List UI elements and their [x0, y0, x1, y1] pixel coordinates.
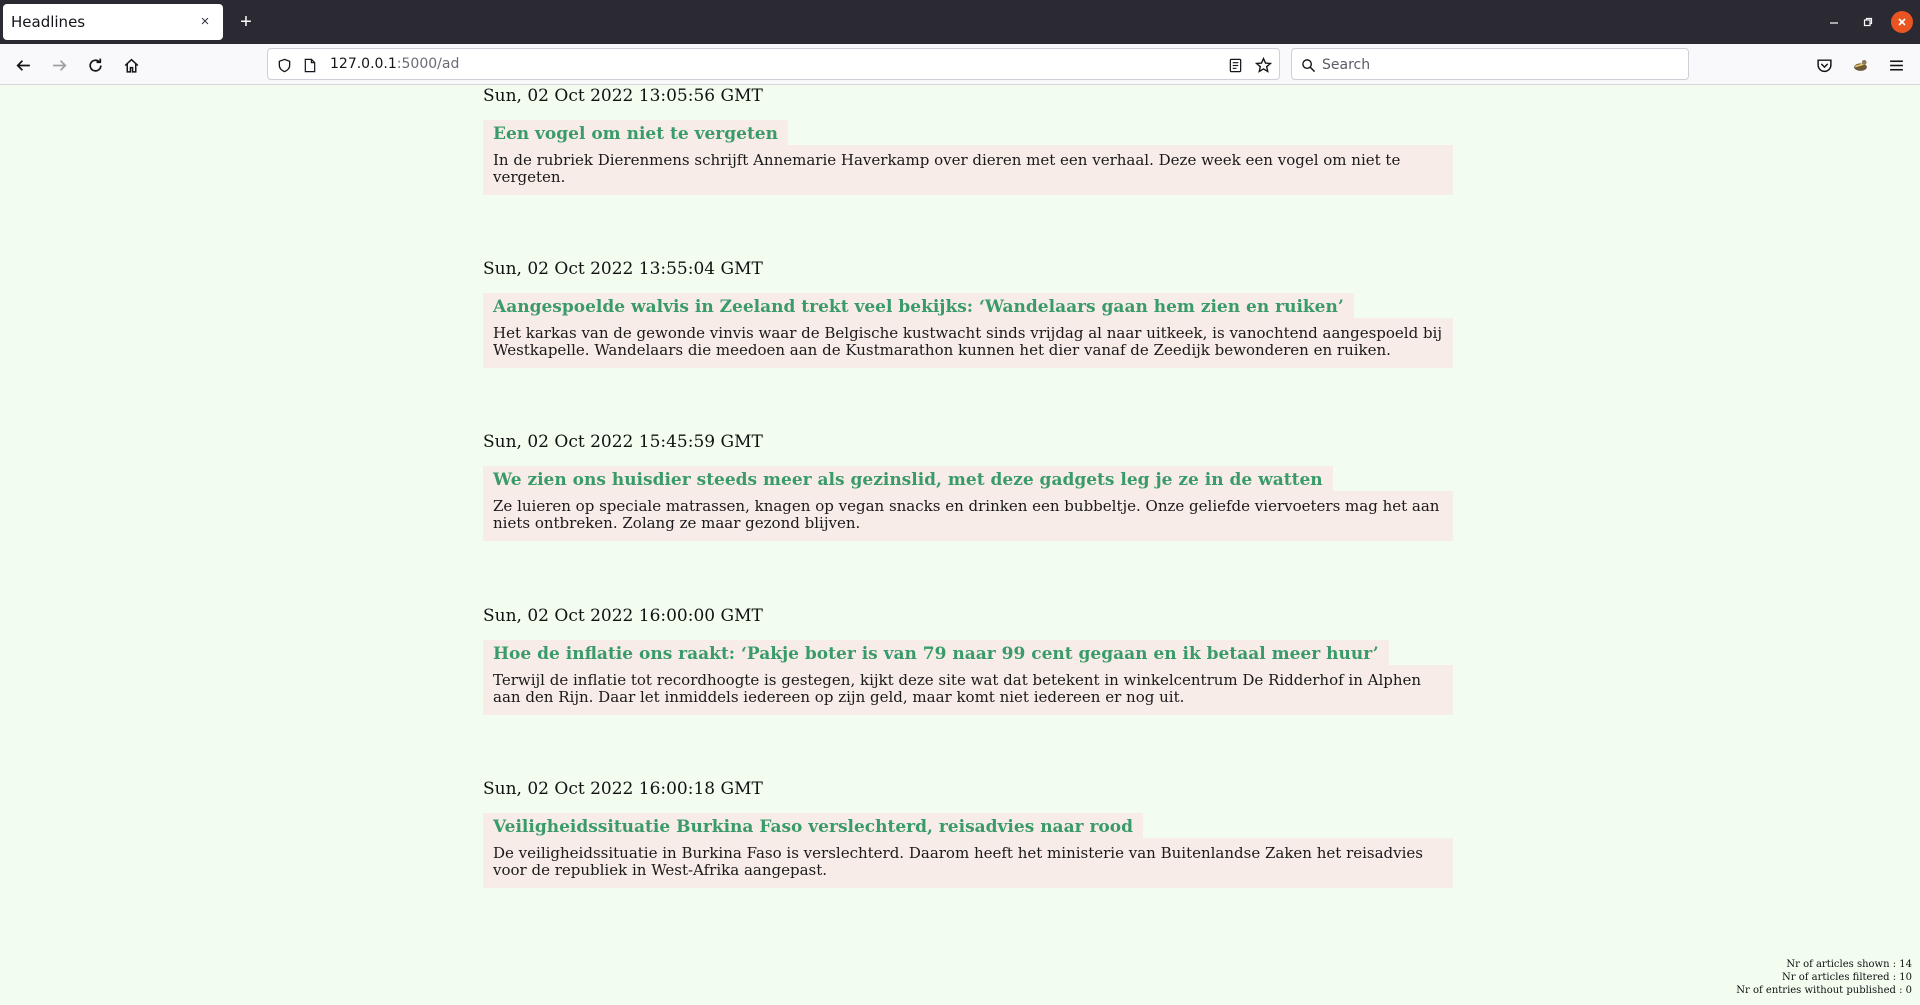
page-info-icon[interactable]: [301, 56, 319, 74]
bookmark-star-icon[interactable]: [1254, 56, 1272, 74]
url-host: 127.0.0.1: [330, 56, 397, 72]
reader-view-icon[interactable]: [1226, 56, 1244, 74]
extension-icon[interactable]: [1847, 52, 1873, 78]
shield-icon[interactable]: [275, 56, 293, 74]
close-tab-icon[interactable]: ×: [195, 11, 215, 31]
pocket-icon[interactable]: [1811, 52, 1837, 78]
article-title-link[interactable]: Een vogel om niet te vergeten: [483, 120, 788, 147]
navigation-toolbar: 127.0.0.1:5000/ad: [0, 44, 1920, 85]
url-text[interactable]: 127.0.0.1:5000/ad: [330, 56, 459, 72]
article-title-link[interactable]: Veiligheidssituatie Burkina Faso verslec…: [483, 813, 1143, 840]
tab-title: Headlines: [11, 13, 86, 31]
article-title-link[interactable]: Aangespoelde walvis in Zeeland trekt vee…: [483, 293, 1354, 320]
stat-entries-without-published: Nr of entries without published : 0: [1736, 985, 1912, 996]
stat-articles-shown: Nr of articles shown : 14: [1786, 959, 1912, 970]
article-summary: Het karkas van de gewonde vinvis waar de…: [483, 318, 1453, 368]
article-stats: Nr of articles shown : 14 Nr of articles…: [1736, 958, 1912, 997]
stat-articles-filtered: Nr of articles filtered : 10: [1782, 972, 1912, 983]
forward-arrow-icon[interactable]: [46, 52, 72, 78]
search-input[interactable]: [1322, 55, 1672, 75]
tab-headlines[interactable]: Headlines ×: [3, 4, 223, 40]
article-date: Sun, 02 Oct 2022 13:55:04 GMT: [483, 259, 763, 279]
article-summary: In de rubriek Dierenmens schrijft Annema…: [483, 145, 1453, 195]
url-path: :5000/ad: [396, 56, 460, 72]
home-icon[interactable]: [118, 52, 144, 78]
article-title-link[interactable]: We zien ons huisdier steeds meer als gez…: [483, 466, 1333, 493]
minimize-icon[interactable]: [1823, 11, 1845, 33]
window-close-icon[interactable]: [1891, 11, 1913, 33]
address-bar[interactable]: 127.0.0.1:5000/ad: [267, 48, 1280, 80]
article-date: Sun, 02 Oct 2022 15:45:59 GMT: [483, 432, 763, 452]
restore-icon[interactable]: [1857, 11, 1879, 33]
reload-icon[interactable]: [82, 52, 108, 78]
new-tab-plus-icon[interactable]: +: [234, 10, 258, 34]
search-bar[interactable]: [1291, 48, 1689, 80]
tab-bar: Headlines × +: [0, 0, 1920, 44]
hamburger-menu-icon[interactable]: [1883, 52, 1909, 78]
article-date: Sun, 02 Oct 2022 16:00:18 GMT: [483, 779, 763, 799]
article-summary: De veiligheidssituatie in Burkina Faso i…: [483, 838, 1453, 888]
article-summary: Terwijl de inflatie tot recordhoogte is …: [483, 665, 1453, 715]
article-date: Sun, 02 Oct 2022 13:05:56 GMT: [483, 86, 763, 106]
article-date: Sun, 02 Oct 2022 16:00:00 GMT: [483, 606, 763, 626]
search-icon: [1299, 56, 1317, 74]
article-summary: Ze luieren op speciale matrassen, knagen…: [483, 491, 1453, 541]
article-title-link[interactable]: Hoe de inflatie ons raakt: ‘Pakje boter …: [483, 640, 1389, 667]
back-arrow-icon[interactable]: [10, 52, 36, 78]
